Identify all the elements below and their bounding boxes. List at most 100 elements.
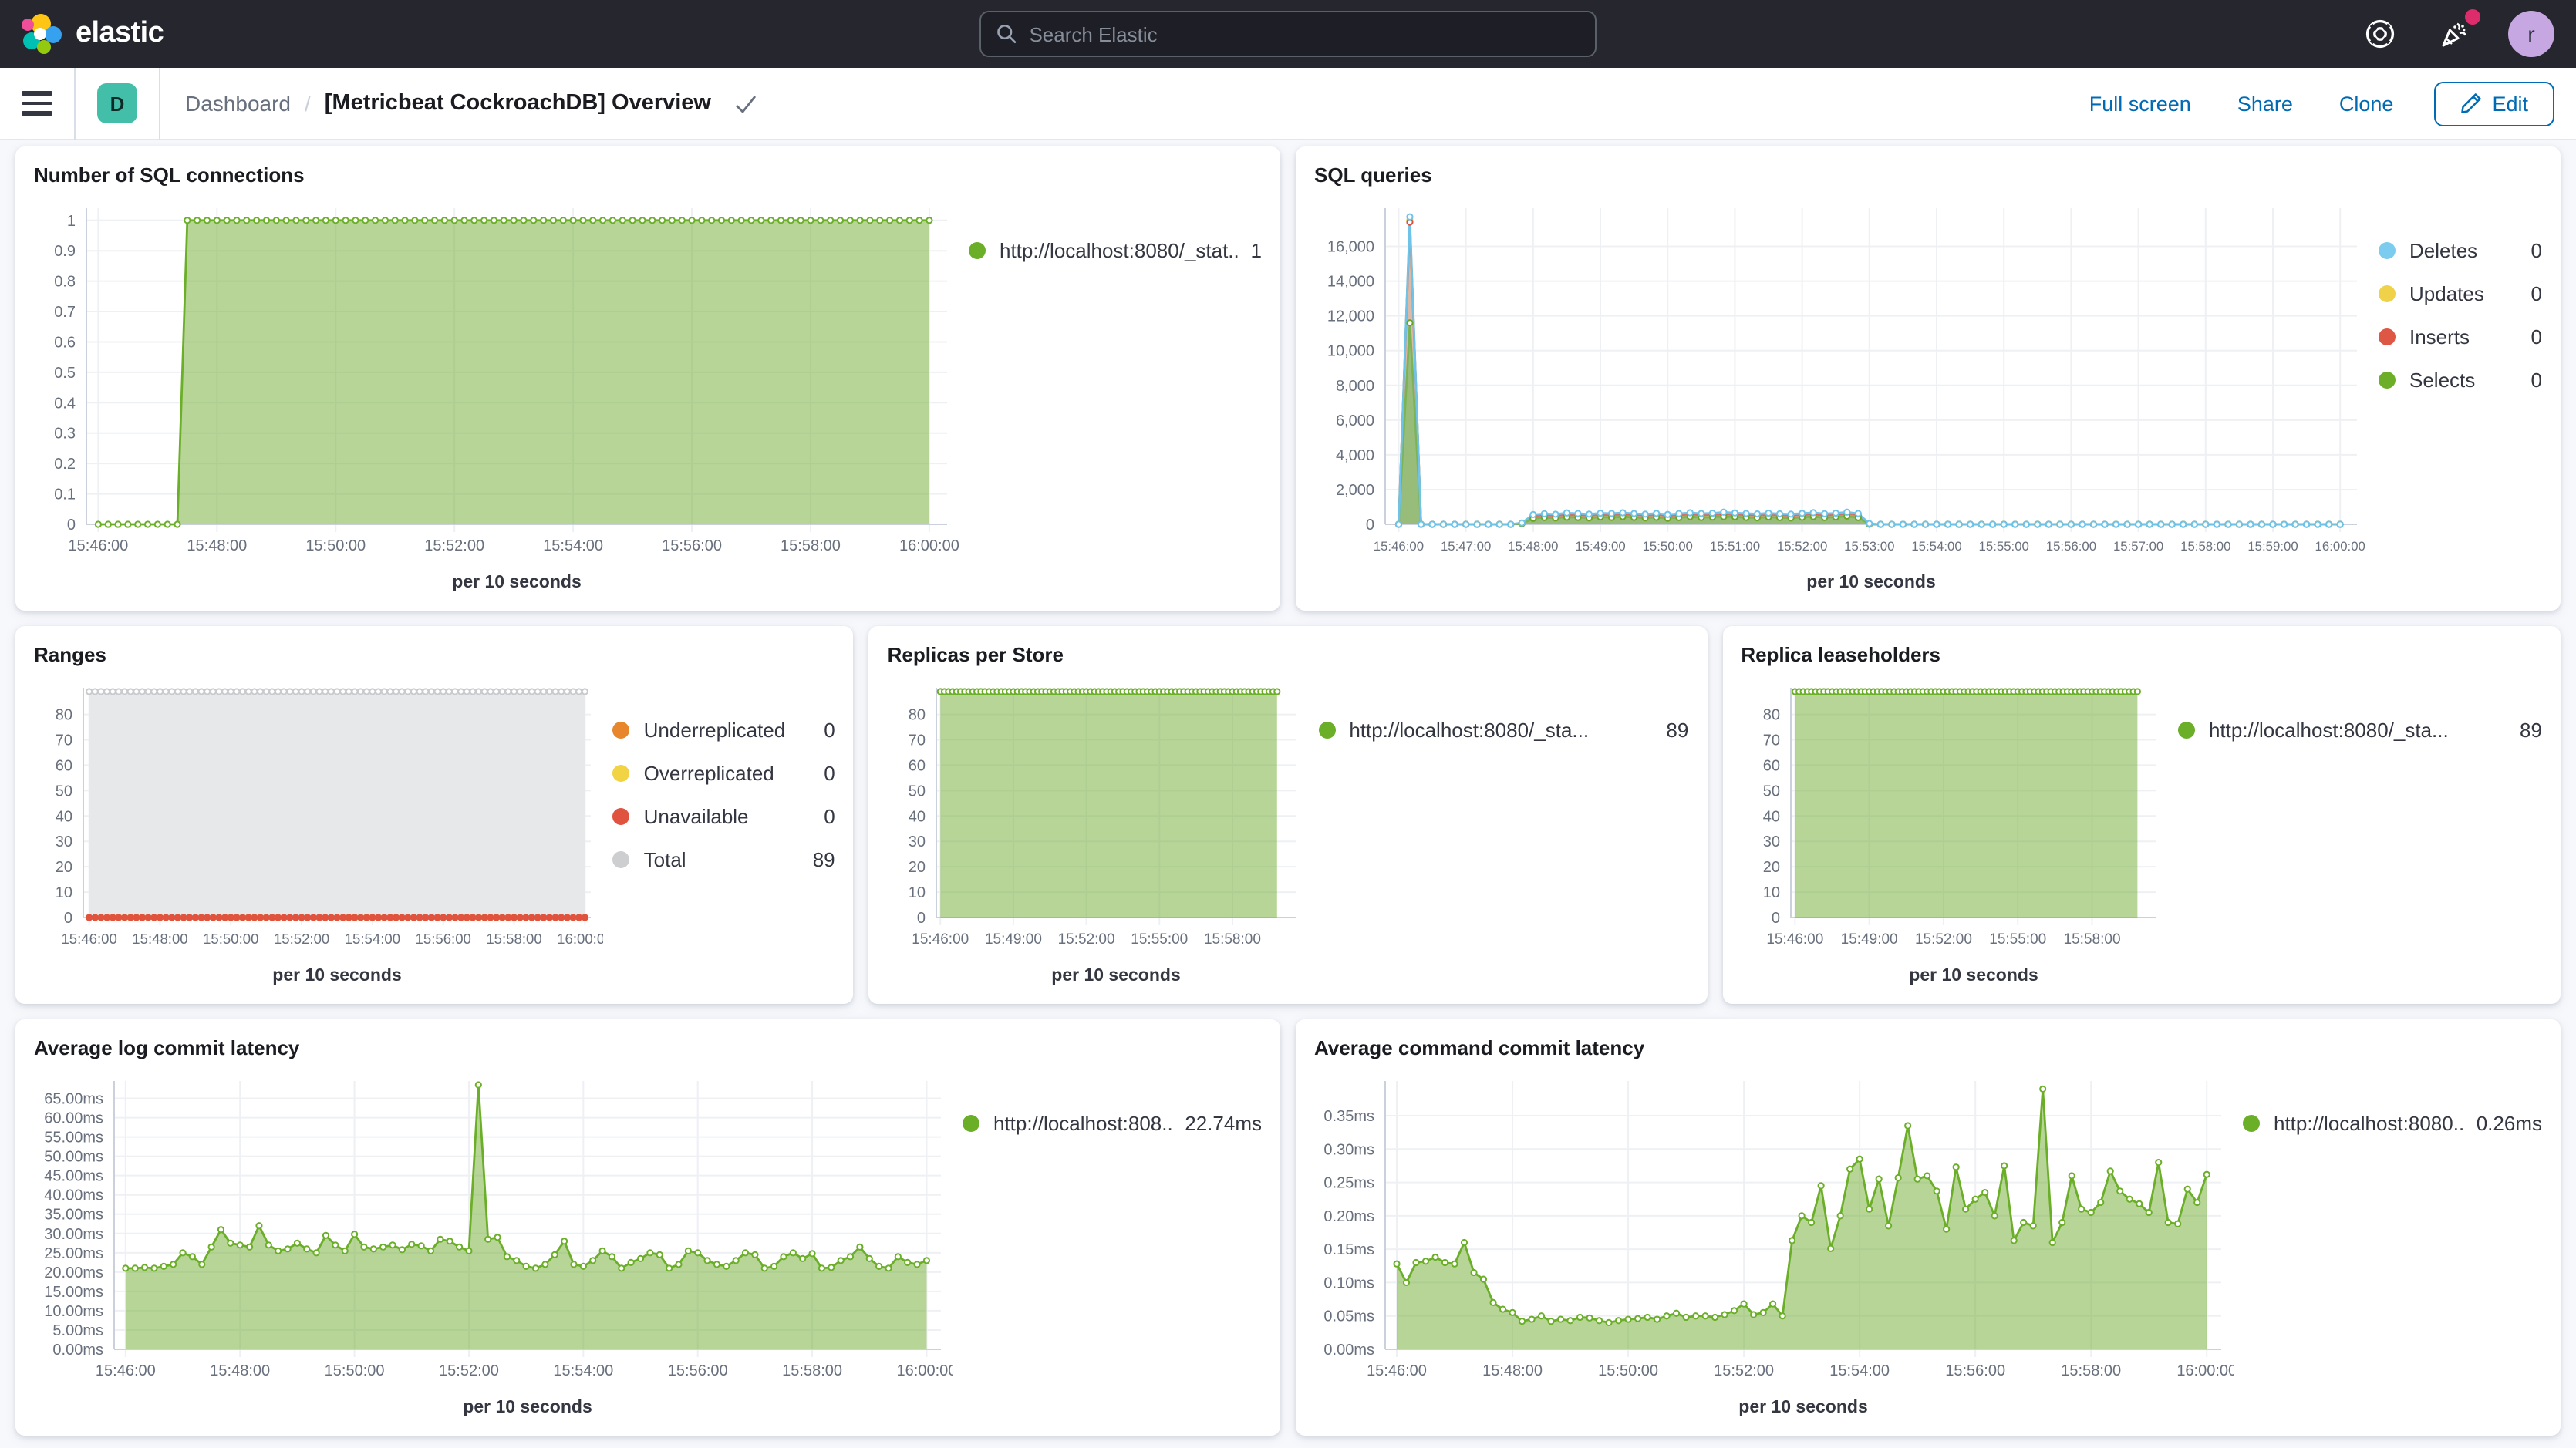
legend-swatch [2379,328,2396,345]
svg-text:15:47:00: 15:47:00 [1441,539,1491,554]
svg-text:15:50:00: 15:50:00 [1643,539,1693,554]
svg-text:15:53:00: 15:53:00 [1844,539,1894,554]
edit-button[interactable]: Edit [2433,81,2554,126]
replicas-per-store-chart[interactable]: 15:46:0015:49:0015:52:0015:55:0015:58:00… [888,672,1310,995]
legend-item[interactable]: http://localhost:8080/_sta...89 [2178,719,2542,742]
panel-number-of-sql-connections: Number of SQL connections 15:46:0015:48:… [15,146,1280,611]
svg-text:15:52:00: 15:52:00 [424,537,484,554]
svg-text:10: 10 [909,884,926,901]
svg-text:15:50:00: 15:50:00 [305,537,366,554]
legend-label: Overreplicated [644,762,812,785]
legend-value: 22.74ms [1185,1112,1262,1135]
legend-item[interactable]: Deletes0 [2379,239,2542,262]
svg-text:16:00:00: 16:00:00 [2176,1362,2234,1379]
legend-swatch [613,765,630,782]
svg-text:40.00ms: 40.00ms [44,1187,103,1204]
log-commit-latency-chart[interactable]: 15:46:0015:48:0015:50:0015:52:0015:54:00… [34,1066,953,1426]
svg-text:25.00ms: 25.00ms [44,1245,103,1262]
chart-legend: http://localhost:8080/_stat...1 [959,193,1262,601]
svg-text:1: 1 [67,213,76,230]
svg-text:15:51:00: 15:51:00 [1710,539,1760,554]
svg-text:10.00ms: 10.00ms [44,1303,103,1320]
menu-button[interactable] [22,92,52,116]
svg-text:20: 20 [1762,859,1779,876]
legend-label: Unavailable [644,805,812,828]
svg-text:80: 80 [56,707,72,724]
svg-text:0.00ms: 0.00ms [52,1342,103,1359]
legend-item[interactable]: Underreplicated0 [613,719,835,742]
svg-text:15:52:00: 15:52:00 [1714,1362,1774,1379]
svg-text:50.00ms: 50.00ms [44,1149,103,1166]
clone-link[interactable]: Clone [2339,92,2394,115]
user-avatar[interactable]: r [2508,11,2554,57]
svg-text:15:48:00: 15:48:00 [187,537,247,554]
panel-title: Ranges [34,638,835,672]
svg-text:16:00:00: 16:00:00 [2315,539,2365,554]
help-button[interactable] [2360,14,2400,54]
legend-item[interactable]: http://localhost:8080...0.26ms [2243,1112,2542,1135]
newsfeed-button[interactable] [2434,14,2474,54]
panel-title: Number of SQL connections [34,159,1262,193]
legend-item[interactable]: Selects0 [2379,369,2542,392]
svg-text:15:46:00: 15:46:00 [96,1362,156,1379]
svg-text:15:46:00: 15:46:00 [1374,539,1424,554]
legend-item[interactable]: Updates0 [2379,282,2542,305]
chart-legend: Deletes0 Updates0 Inserts0 Selects0 [2369,193,2542,601]
legend-value: 0 [824,805,835,828]
svg-text:15:56:00: 15:56:00 [668,1362,728,1379]
legend-item[interactable]: Overreplicated 0 [613,762,835,785]
svg-text:15:52:00: 15:52:00 [1914,931,1971,948]
legend-item[interactable]: Unavailable 0 [613,805,835,828]
legend-value: 89 [1666,719,1688,742]
svg-text:per 10 seconds: per 10 seconds [463,1396,592,1416]
panel-title: Replica leaseholders [1741,638,2542,672]
svg-text:15:49:00: 15:49:00 [1575,539,1625,554]
svg-text:50: 50 [909,783,926,800]
legend-item[interactable]: http://localhost:8080/_sta...89 [1318,719,1688,742]
legend-value: 0 [824,762,835,785]
svg-text:per 10 seconds: per 10 seconds [1806,571,1935,591]
svg-text:15:52:00: 15:52:00 [274,931,329,947]
legend-swatch [2379,285,2396,302]
breadcrumb-dashboard[interactable]: Dashboard [185,91,291,116]
legend-label: http://localhost:808... [993,1112,1172,1135]
svg-text:per 10 seconds: per 10 seconds [1052,965,1181,985]
legend-label: Inserts [2409,325,2519,349]
legend-item[interactable]: Total89 [613,848,835,871]
panel-average-command-commit-latency: Average command commit latency 15:46:001… [1296,1019,2561,1436]
svg-text:50: 50 [1762,783,1779,800]
ranges-chart[interactable]: 15:46:0015:48:0015:50:0015:52:0015:54:00… [34,672,604,995]
svg-text:15:50:00: 15:50:00 [1598,1362,1658,1379]
svg-text:15:55:00: 15:55:00 [1989,931,2046,948]
sql-queries-chart[interactable]: 15:46:0015:47:0015:48:0015:49:0015:50:00… [1314,193,2369,601]
legend-item[interactable]: Inserts0 [2379,325,2542,349]
global-search[interactable] [979,11,1597,57]
replica-leaseholders-chart[interactable]: 15:46:0015:49:0015:52:0015:55:0015:58:00… [1741,672,2169,995]
legend-value: 0 [824,719,835,742]
svg-text:15:58:00: 15:58:00 [781,537,841,554]
svg-text:15:54:00: 15:54:00 [1911,539,1961,554]
svg-text:15:48:00: 15:48:00 [132,931,187,947]
share-link[interactable]: Share [2237,92,2293,115]
space-badge[interactable]: D [97,83,137,123]
chart-legend: Underreplicated0Overreplicated0Unavailab… [604,672,835,995]
legend-item[interactable]: http://localhost:8080/_stat...1 [969,239,1262,262]
help-lifebuoy-icon [2363,17,2397,51]
panel-replicas-per-store: Replicas per Store 15:46:0015:49:0015:52… [869,626,1708,1004]
svg-text:0.00ms: 0.00ms [1323,1342,1374,1359]
command-commit-latency-chart[interactable]: 15:46:0015:48:0015:50:0015:52:0015:54:00… [1314,1066,2234,1426]
svg-text:80: 80 [909,707,926,724]
elastic-logo[interactable]: elastic [22,14,164,54]
search-input[interactable] [1029,22,1580,45]
svg-text:6,000: 6,000 [1336,413,1374,429]
svg-text:4,000: 4,000 [1336,447,1374,464]
legend-item[interactable]: http://localhost:808... 22.74ms [963,1112,1262,1135]
full-screen-link[interactable]: Full screen [2089,92,2191,115]
svg-text:0.3: 0.3 [54,426,76,443]
svg-text:5.00ms: 5.00ms [52,1322,103,1339]
legend-value: 89 [813,848,835,871]
svg-text:0.1: 0.1 [54,487,76,503]
svg-text:15:52:00: 15:52:00 [439,1362,499,1379]
check-icon[interactable] [734,93,757,113]
sql-connections-chart[interactable]: 15:46:0015:48:0015:50:0015:52:0015:54:00… [34,193,959,601]
